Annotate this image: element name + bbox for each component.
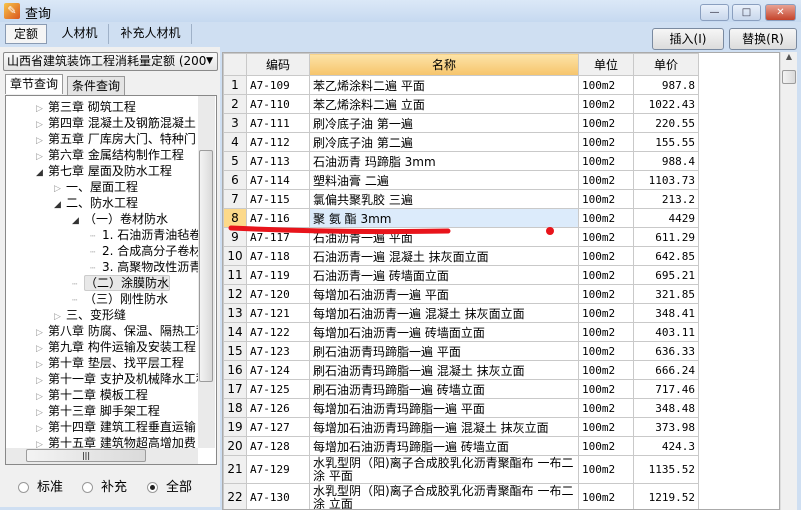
- red-underline-mark: [228, 225, 451, 235]
- red-annotation: [228, 225, 554, 235]
- red-dot-mark: [546, 227, 554, 235]
